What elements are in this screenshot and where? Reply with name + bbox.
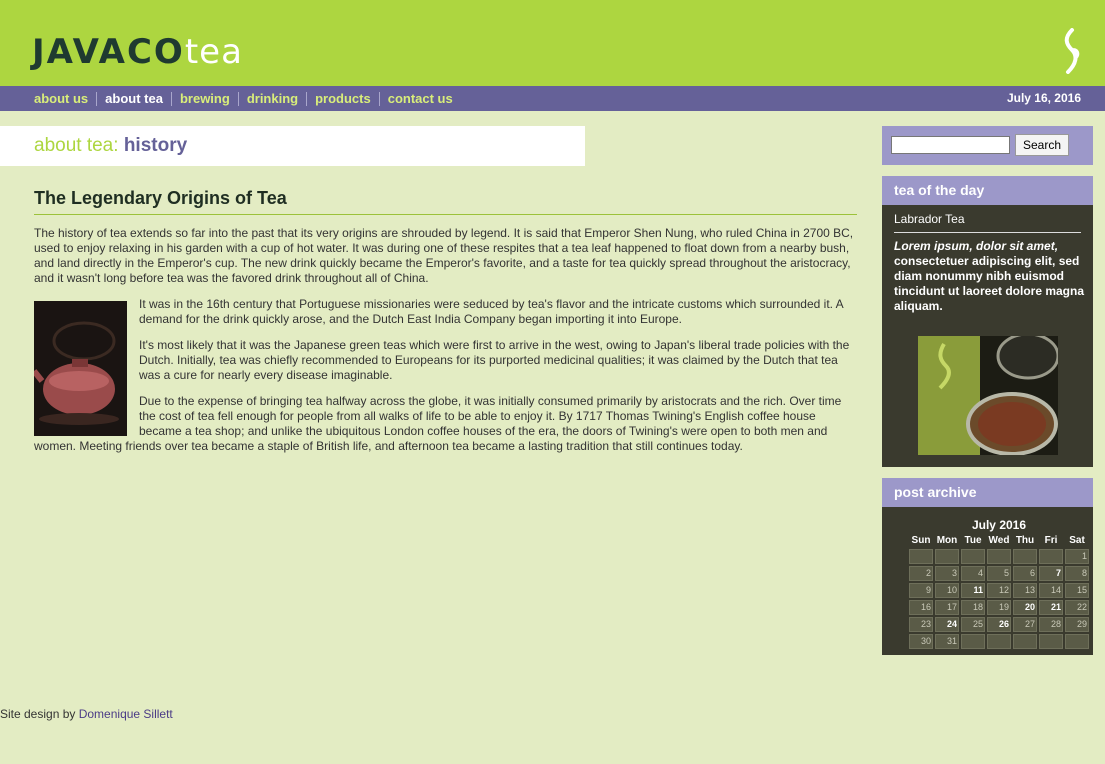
- calendar-empty-cell: [1039, 634, 1063, 649]
- calendar-day: 15: [1065, 583, 1089, 598]
- calendar-week: 30 31: [909, 634, 1089, 649]
- calendar-day: 18: [961, 600, 985, 615]
- tea-description: Lorem ipsum, dolor sit amet, consectetue…: [894, 239, 1090, 314]
- calendar-empty-cell: [1039, 549, 1063, 564]
- site-footer: Site design by Domenique Sillett: [0, 707, 173, 721]
- tea-name[interactable]: Labrador Tea: [894, 212, 1081, 233]
- nav-link-about-tea[interactable]: about tea: [96, 91, 171, 106]
- article: The Legendary Origins of Tea The history…: [34, 188, 857, 465]
- calendar-day: 23: [909, 617, 933, 632]
- site-header: JAVACOtea: [0, 0, 1105, 86]
- calendar-weekday: Thu: [1015, 535, 1035, 546]
- calendar-week: 9 10 11 12 13 14 15: [909, 583, 1089, 598]
- calendar-day: 19: [987, 600, 1011, 615]
- calendar-day: 13: [1013, 583, 1037, 598]
- calendar-day: 14: [1039, 583, 1063, 598]
- search-panel: Search: [882, 126, 1093, 165]
- page-title-bar: about tea: history: [0, 126, 585, 166]
- calendar-day[interactable]: 20: [1013, 600, 1037, 615]
- calendar-week: 23 24 25 26 27 28 29: [909, 617, 1089, 632]
- calendar-day: 22: [1065, 600, 1089, 615]
- page-title-subsection: history: [123, 135, 188, 156]
- post-archive-heading: post archive: [882, 478, 1093, 507]
- calendar-day: 29: [1065, 617, 1089, 632]
- article-heading: The Legendary Origins of Tea: [34, 188, 857, 215]
- calendar-day: 12: [987, 583, 1011, 598]
- calendar-empty-cell: [935, 549, 959, 564]
- calendar-day: 31: [935, 634, 959, 649]
- calendar-caption: July 2016: [971, 518, 1027, 532]
- calendar-day[interactable]: 7: [1039, 566, 1063, 581]
- article-paragraph: Due to the expense of bringing tea halfw…: [34, 394, 842, 453]
- calendar-day[interactable]: 11: [961, 583, 985, 598]
- calendar-day: 9: [909, 583, 933, 598]
- calendar-empty-cell: [1013, 549, 1037, 564]
- footer-text: Site design by: [0, 707, 79, 721]
- nav-link-drinking[interactable]: drinking: [237, 91, 306, 106]
- calendar-weekday: Sat: [1069, 535, 1085, 546]
- archive-calendar: July 2016 Sun Mon Tue Wed Thu Fri Sat 12345678…: [907, 518, 1091, 651]
- calendar-empty-cell: [961, 634, 985, 649]
- post-archive-panel: July 2016 Sun Mon Tue Wed Thu Fri Sat 12345678…: [882, 507, 1093, 655]
- calendar-day: 3: [935, 566, 959, 581]
- calendar-day: 1: [1065, 549, 1089, 564]
- calendar-weekday: Mon: [936, 535, 958, 546]
- calendar-day[interactable]: 26: [987, 617, 1011, 632]
- tea-tin-image: [918, 336, 1058, 455]
- calendar-empty-cell: [987, 634, 1011, 649]
- calendar-day: 2: [909, 566, 933, 581]
- calendar-weekday: Wed: [988, 535, 1010, 546]
- tea-of-the-day-heading: tea of the day: [882, 176, 1093, 205]
- tea-description-italic: Lorem ipsum, dolor sit amet,: [894, 239, 1059, 253]
- calendar-empty-cell: [987, 549, 1011, 564]
- footer-designer-link[interactable]: Domenique Sillett: [79, 707, 173, 721]
- calendar-day: 4: [961, 566, 985, 581]
- nav-link-products[interactable]: products: [306, 91, 379, 106]
- nav-link-about-us[interactable]: about us: [26, 91, 96, 106]
- post-archive-title: post archive: [894, 484, 977, 500]
- calendar-day: 16: [909, 600, 933, 615]
- calendar-day: 27: [1013, 617, 1037, 632]
- nav-link-brewing[interactable]: brewing: [170, 91, 238, 106]
- logo-text-javaco: JAVACO: [32, 32, 185, 72]
- tea-of-the-day-title: tea of the day: [894, 182, 985, 198]
- page-title-section: about tea:: [34, 135, 119, 156]
- tea-leaf-icon: [1064, 28, 1080, 74]
- calendar-empty-cell: [1013, 634, 1037, 649]
- article-paragraph: It was in the 16th century that Portugue…: [139, 297, 843, 326]
- calendar-week: 1: [909, 549, 1089, 564]
- calendar-empty-cell: [1065, 634, 1089, 649]
- nav-link-contact-us[interactable]: contact us: [378, 91, 461, 106]
- calendar-weekday: Tue: [964, 535, 982, 546]
- calendar-day: 30: [909, 634, 933, 649]
- calendar-day: 28: [1039, 617, 1063, 632]
- calendar-empty-cell: [909, 549, 933, 564]
- logo-text-tea: tea: [184, 32, 243, 72]
- nav-links: about us about tea brewing drinking products…: [26, 86, 461, 111]
- page-title: about tea: history: [34, 135, 187, 157]
- search-input[interactable]: [891, 136, 1010, 154]
- search-button[interactable]: Search: [1015, 134, 1069, 156]
- calendar-day: 10: [935, 583, 959, 598]
- calendar-day[interactable]: 24: [935, 617, 959, 632]
- calendar-empty-cell: [961, 549, 985, 564]
- current-date: July 16, 2016: [1006, 91, 1081, 105]
- calendar-day: 5: [987, 566, 1011, 581]
- calendar-weekday: Fri: [1044, 535, 1058, 546]
- teapot-image: [34, 301, 127, 436]
- article-paragraph: It's most likely that it was the Japanes…: [139, 338, 850, 382]
- calendar-week: 16 17 18 19 20 21 22: [909, 600, 1089, 615]
- calendar-weekday: Sun: [911, 535, 931, 546]
- calendar-day: 17: [935, 600, 959, 615]
- main-navigation: about us about tea brewing drinking products…: [0, 86, 1105, 111]
- site-logo[interactable]: JAVACOtea: [32, 32, 243, 72]
- calendar-day: 8: [1065, 566, 1089, 581]
- calendar-day: 25: [961, 617, 985, 632]
- article-paragraph: The history of tea extends so far into t…: [34, 226, 854, 285]
- tea-of-the-day-panel: Labrador Tea Lorem ipsum, dolor sit amet…: [882, 205, 1093, 467]
- calendar-day: 6: [1013, 566, 1037, 581]
- calendar-week: 2345678: [909, 566, 1089, 581]
- calendar-day[interactable]: 21: [1039, 600, 1063, 615]
- tea-description-text: consectetuer adipiscing elit, sed diam n…: [894, 254, 1085, 313]
